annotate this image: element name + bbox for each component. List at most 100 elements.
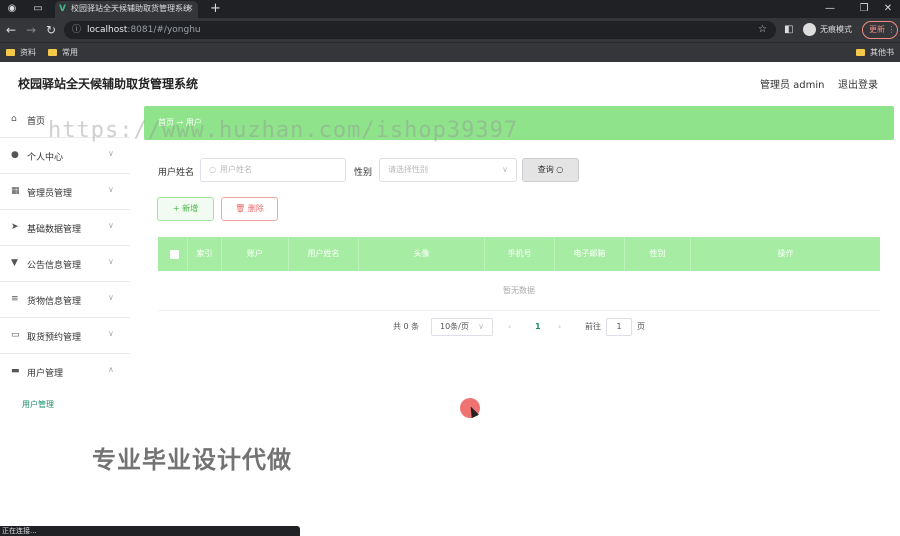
page-unit-label: 页: [637, 322, 645, 331]
column-header: 手机号: [485, 237, 555, 271]
incognito-icon: [803, 23, 816, 36]
current-page[interactable]: 1: [535, 318, 541, 336]
folder-icon: [6, 49, 15, 56]
forward-icon[interactable]: →: [24, 22, 38, 38]
column-header: 账户: [222, 237, 289, 271]
select-all-checkbox[interactable]: [170, 250, 179, 259]
sidebar: ⌂ 首页 ● 个人中心 ∨ ▦ 管理员管理 ∨ ➤ 基础数据管理 ∨ ▼ 公告信…: [0, 102, 130, 422]
side-panel-icon[interactable]: ◧: [784, 22, 793, 38]
logout-link[interactable]: 退出登录: [838, 76, 878, 91]
browser-tab[interactable]: V 校园驿站全天候辅助取货管理系统: [55, 1, 198, 18]
chevron-down-icon: ∨: [108, 185, 114, 194]
empty-table-message: 暂无数据: [158, 271, 880, 311]
column-header: 索引: [188, 237, 222, 271]
sidebar-item-label: 基础数据管理: [27, 225, 82, 235]
column-header: 操作: [777, 249, 794, 258]
url-path: :8081/#/yonghu: [127, 25, 201, 35]
reload-icon[interactable]: ↻: [44, 22, 58, 38]
goto-page-input[interactable]: 1: [606, 318, 632, 336]
bookmark-folder[interactable]: 其他书签: [856, 45, 900, 73]
select-all-cell[interactable]: [158, 237, 188, 271]
admin-icon: ▦: [11, 186, 20, 196]
admin-user-label: 管理员 admin: [760, 80, 825, 91]
update-label: 更新: [869, 25, 885, 34]
table-header: 索引 账户 用户姓名 头像 手机号 电子邮箱 性别 操作: [158, 237, 880, 271]
name-search-input[interactable]: ○ 用户姓名: [200, 158, 346, 182]
notice-icon: ▼: [11, 258, 18, 268]
bookmark-label: 资料: [20, 48, 36, 57]
site-info-icon[interactable]: ⓘ: [72, 25, 81, 35]
sidebar-item-base-data[interactable]: ➤ 基础数据管理 ∨: [0, 210, 130, 246]
goto-label: 前往: [585, 322, 601, 331]
column-header: 电子邮箱: [555, 237, 625, 271]
tab-overview-icon[interactable]: ▭: [32, 3, 44, 15]
gender-placeholder: 请选择性别: [388, 165, 428, 174]
column-header: 用户姓名: [289, 237, 359, 271]
chevron-down-icon: ∨: [108, 257, 114, 266]
chevron-down-icon: ∨: [108, 329, 114, 338]
name-search-placeholder: 用户姓名: [219, 165, 252, 174]
sidebar-item-profile[interactable]: ● 个人中心 ∨: [0, 138, 130, 174]
browser-toolbar: ← → ↻ ⓘ localhost:8081/#/yonghu ☆ ◧ 无痕模式 …: [0, 18, 900, 42]
page-size-select[interactable]: 10条/页 ∨: [431, 318, 493, 336]
chevron-down-icon: ∨: [108, 293, 114, 302]
pagination-total: 共 0 条: [393, 322, 420, 331]
send-icon: ➤: [11, 222, 19, 232]
sidebar-item-goods[interactable]: ≡ 货物信息管理 ∨: [0, 282, 130, 318]
incognito-indicator[interactable]: 无痕模式: [803, 22, 852, 38]
sidebar-item-admins[interactable]: ▦ 管理员管理 ∨: [0, 174, 130, 210]
url-host: localhost: [87, 25, 128, 35]
app-title: 校园驿站全天候辅助取货管理系统: [18, 77, 199, 91]
bookmark-label: 常用: [62, 48, 78, 57]
watermark-text: https://www.huzhan.com/ishop39397: [48, 118, 519, 143]
browser-tab-title: 校园驿站全天候辅助取货管理系统: [71, 4, 191, 13]
sidebar-item-label: 公告信息管理: [27, 261, 82, 271]
browser-menu-icon[interactable]: ◉: [6, 3, 18, 15]
chevron-up-icon: ∧: [108, 365, 114, 374]
app-header: 校园驿站全天候辅助取货管理系统 管理员 admin 退出登录: [0, 62, 900, 102]
incognito-label: 无痕模式: [820, 25, 852, 34]
query-label: 查询: [537, 165, 554, 174]
delete-button[interactable]: 🗑 删除: [221, 197, 278, 221]
minimize-icon[interactable]: —: [816, 0, 844, 18]
prev-page-icon[interactable]: ‹: [508, 318, 511, 336]
close-tab-icon[interactable]: ✕: [186, 3, 196, 15]
chevron-down-icon: ∨: [502, 165, 508, 174]
update-button[interactable]: 更新 ⋮: [862, 21, 898, 39]
address-bar[interactable]: ⓘ localhost:8081/#/yonghu: [64, 21, 776, 39]
add-label: 新增: [182, 204, 199, 213]
close-window-icon[interactable]: ✕: [874, 0, 900, 18]
column-header: 性别: [625, 237, 691, 271]
back-icon[interactable]: ←: [4, 22, 18, 38]
plus-icon: +: [172, 204, 180, 213]
name-search-label: 用户姓名: [158, 168, 195, 178]
next-page-icon[interactable]: ›: [558, 318, 561, 336]
new-tab-icon[interactable]: +: [210, 1, 224, 17]
gender-select[interactable]: 请选择性别 ∨: [379, 158, 517, 182]
sidebar-item-pickup[interactable]: ▭ 取货预约管理 ∨: [0, 318, 130, 354]
gender-label: 性别: [354, 168, 373, 178]
trash-icon: 🗑: [235, 204, 246, 213]
home-icon: ⌂: [11, 114, 17, 124]
sidebar-item-label: 取货预约管理: [27, 333, 82, 343]
sidebar-item-notices[interactable]: ▼ 公告信息管理 ∨: [0, 246, 130, 282]
folder-icon: ▬: [11, 366, 20, 376]
folder-icon: [856, 49, 865, 56]
query-button[interactable]: 查询 ○: [522, 158, 579, 182]
bookmarks-bar: 资料 常用 其他书签: [0, 42, 900, 73]
chat-icon: ▭: [11, 330, 20, 340]
sidebar-subitem-users[interactable]: 用户管理: [0, 388, 130, 420]
bookmark-folder[interactable]: 常用: [48, 45, 78, 61]
search-icon: ○: [556, 165, 564, 174]
sliders-icon: ≡: [11, 294, 19, 304]
chevron-down-icon: ∨: [108, 149, 114, 158]
add-button[interactable]: + 新增: [157, 197, 214, 221]
sidebar-item-label: 管理员管理: [27, 189, 73, 199]
sidebar-item-label: 个人中心: [27, 153, 64, 163]
search-icon: ○: [209, 165, 216, 174]
sidebar-item-users[interactable]: ▬ 用户管理 ∧: [0, 354, 130, 390]
column-header: 头像: [359, 237, 485, 271]
bookmark-folder[interactable]: 资料: [6, 45, 36, 61]
bookmark-star-icon[interactable]: ☆: [758, 21, 767, 39]
chevron-down-icon: ∨: [478, 322, 484, 331]
